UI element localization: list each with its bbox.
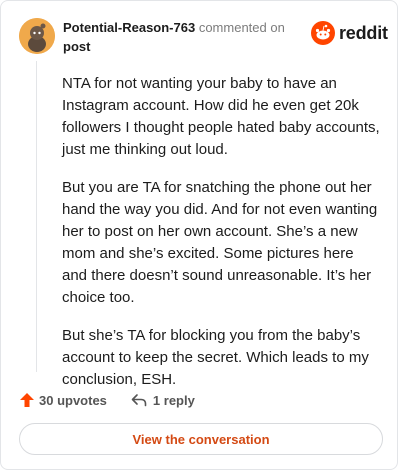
reply-arrow-icon: [131, 394, 147, 407]
upvote-arrow-icon: [20, 393, 34, 407]
reddit-logo-icon: [311, 21, 335, 45]
view-conversation-button[interactable]: View the conversation: [19, 423, 383, 455]
reply-count: 1 reply: [152, 392, 195, 408]
upvote-count: 30 upvotes: [39, 392, 107, 408]
thread-line: [36, 61, 37, 372]
reddit-logo[interactable]: reddit: [311, 20, 388, 46]
reply-button[interactable]: 1 reply: [131, 393, 195, 408]
comment-paragraph: But you are TA for snatching the phone o…: [62, 179, 378, 306]
post-link[interactable]: post: [63, 39, 90, 54]
reddit-wordmark: reddit: [339, 22, 388, 43]
avatar[interactable]: [19, 18, 55, 54]
comment-header: Potential-Reason-763 commented on post: [63, 18, 303, 56]
comment-footer: 30 upvotes 1 reply: [19, 390, 195, 410]
comment-card: Potential-Reason-763 commented on post r…: [0, 0, 398, 470]
comment-body: NTA for not wanting your baby to have an…: [62, 73, 382, 407]
comment-paragraph: NTA for not wanting your baby to have an…: [62, 75, 380, 158]
avatar-icon: [19, 18, 55, 54]
upvote-button[interactable]: 30 upvotes: [19, 392, 107, 408]
comment-paragraph: But she’s TA for blocking you from the b…: [62, 327, 369, 388]
action-text: commented on: [198, 20, 285, 35]
username[interactable]: Potential-Reason-763: [63, 20, 195, 35]
